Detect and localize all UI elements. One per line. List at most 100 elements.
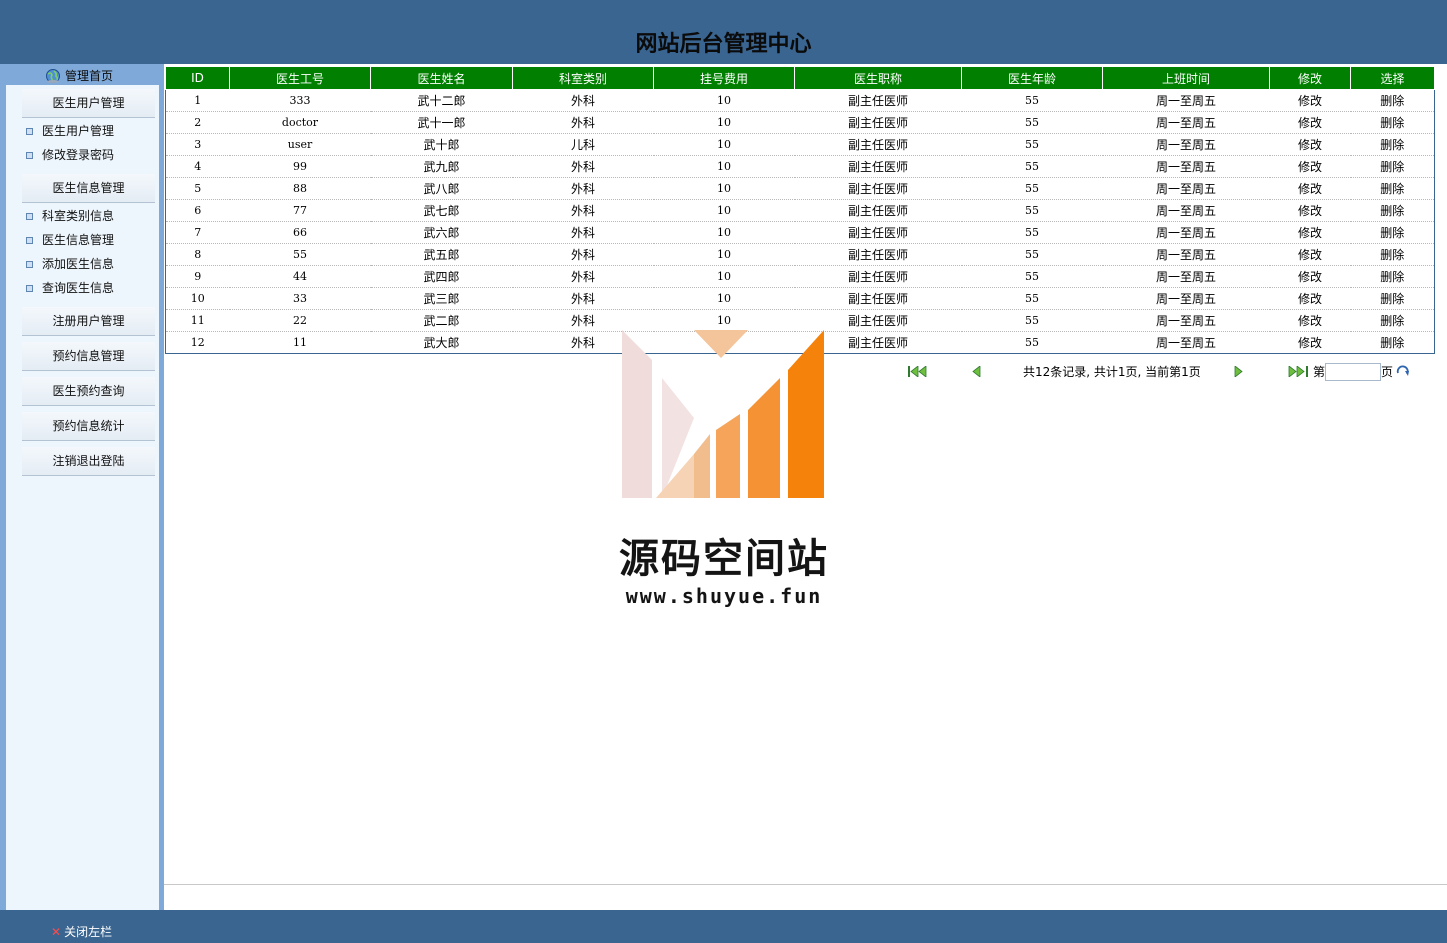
sidebar-group-registered-users[interactable]: 注册用户管理 — [22, 307, 155, 336]
sidebar-group-appointment-query[interactable]: 医生预约查询 — [22, 377, 155, 406]
delete-link[interactable]: 删除 — [1350, 155, 1435, 178]
edit-link[interactable]: 修改 — [1269, 89, 1351, 112]
cell-id: 1 — [165, 89, 230, 112]
cell-title: 副主任医师 — [794, 265, 962, 288]
cell-doctor-no: doctor — [229, 111, 371, 134]
sidebar-home-link[interactable]: 管理首页 — [45, 67, 113, 85]
table-row: 8 55 武五郎 外科 10 副主任医师 55 周一至周五 修改 删除 — [165, 243, 1435, 266]
content-divider — [164, 884, 1447, 885]
table-row: 4 99 武九郎 外科 10 副主任医师 55 周一至周五 修改 删除 — [165, 155, 1435, 178]
cell-doctor-name: 武十一郎 — [370, 111, 513, 134]
cell-title: 副主任医师 — [794, 243, 962, 266]
cell-title: 副主任医师 — [794, 309, 962, 332]
cell-fee: 10 — [653, 177, 795, 200]
edit-link[interactable]: 修改 — [1269, 243, 1351, 266]
delete-link[interactable]: 删除 — [1350, 331, 1435, 354]
cell-department: 外科 — [512, 177, 654, 200]
edit-link[interactable]: 修改 — [1269, 177, 1351, 200]
edit-link[interactable]: 修改 — [1269, 265, 1351, 288]
cell-doctor-name: 武五郎 — [370, 243, 513, 266]
edit-link[interactable]: 修改 — [1269, 111, 1351, 134]
cell-doctor-no: 66 — [229, 221, 371, 244]
sidebar-group-appointment-manage[interactable]: 预约信息管理 — [22, 342, 155, 371]
cell-id: 2 — [165, 111, 230, 134]
cell-schedule: 周一至周五 — [1102, 331, 1270, 354]
sidebar-group-doctor-users[interactable]: 医生用户管理 — [22, 89, 155, 118]
delete-link[interactable]: 删除 — [1350, 89, 1435, 112]
cell-fee: 10 — [653, 199, 795, 222]
cell-schedule: 周一至周五 — [1102, 155, 1270, 178]
cell-age: 55 — [961, 155, 1103, 178]
cell-id: 5 — [165, 177, 230, 200]
cell-age: 55 — [961, 221, 1103, 244]
table-row: 2 doctor 武十一郎 外科 10 副主任医师 55 周一至周五 修改 删除 — [165, 111, 1435, 134]
cell-doctor-no: 22 — [229, 309, 371, 332]
column-header: 修改 — [1269, 66, 1351, 90]
sidebar-menu: 医生用户管理 医生用户管理 修改登录密码 医生信息管理 科室类别信息 医生信息管… — [6, 85, 159, 910]
sidebar-item-label: 添加医生信息 — [42, 257, 115, 271]
sidebar-item-label: 医生信息管理 — [42, 233, 115, 247]
page-number-input[interactable] — [1325, 363, 1381, 381]
sidebar-item-department-info[interactable]: 科室类别信息 — [26, 207, 114, 225]
sidebar-item-add-doctor[interactable]: 添加医生信息 — [26, 255, 114, 273]
pagination-info: 共12条记录, 共计1页, 当前第1页 — [1023, 365, 1201, 379]
column-header: 挂号费用 — [653, 66, 795, 90]
edit-link[interactable]: 修改 — [1269, 133, 1351, 156]
delete-link[interactable]: 删除 — [1350, 111, 1435, 134]
refresh-icon[interactable] — [1395, 365, 1411, 378]
cell-department: 儿科 — [512, 133, 654, 156]
cell-schedule: 周一至周五 — [1102, 243, 1270, 266]
edit-link[interactable]: 修改 — [1269, 155, 1351, 178]
table-header-row: ID 医生工号 医生姓名 科室类别 挂号费用 医生职称 医生年龄 上班时间 修改… — [165, 66, 1435, 90]
cell-age: 55 — [961, 133, 1103, 156]
cell-doctor-name: 武九郎 — [370, 155, 513, 178]
sidebar-item-change-password[interactable]: 修改登录密码 — [26, 146, 114, 164]
delete-link[interactable]: 删除 — [1350, 177, 1435, 200]
cell-doctor-name: 武八郎 — [370, 177, 513, 200]
cell-fee: 10 — [653, 155, 795, 178]
sidebar-item-search-doctor[interactable]: 查询医生信息 — [26, 279, 114, 297]
sidebar-group-appointment-stats[interactable]: 预约信息统计 — [22, 412, 155, 441]
prev-page-icon[interactable] — [972, 366, 981, 377]
cell-id: 7 — [165, 221, 230, 244]
cell-doctor-no: user — [229, 133, 371, 156]
cell-schedule: 周一至周五 — [1102, 199, 1270, 222]
delete-link[interactable]: 删除 — [1350, 265, 1435, 288]
delete-link[interactable]: 删除 — [1350, 287, 1435, 310]
cell-schedule: 周一至周五 — [1102, 265, 1270, 288]
cell-doctor-no: 88 — [229, 177, 371, 200]
edit-link[interactable]: 修改 — [1269, 199, 1351, 222]
first-page-icon[interactable] — [908, 366, 928, 377]
globe-icon — [46, 69, 60, 83]
bottom-bar: ✕ 关闭左栏 — [0, 910, 1447, 943]
edit-link[interactable]: 修改 — [1269, 221, 1351, 244]
delete-link[interactable]: 删除 — [1350, 221, 1435, 244]
cell-fee: 10 — [653, 221, 795, 244]
sidebar-group-doctor-info[interactable]: 医生信息管理 — [22, 174, 155, 203]
cell-department: 外科 — [512, 287, 654, 310]
last-page-icon[interactable] — [1288, 366, 1308, 377]
edit-link[interactable]: 修改 — [1269, 331, 1351, 354]
watermark-logo-icon — [622, 330, 824, 498]
delete-link[interactable]: 删除 — [1350, 133, 1435, 156]
delete-link[interactable]: 删除 — [1350, 199, 1435, 222]
sidebar-item-doctor-info-manage[interactable]: 医生信息管理 — [26, 231, 114, 249]
cell-id: 9 — [165, 265, 230, 288]
edit-link[interactable]: 修改 — [1269, 309, 1351, 332]
cell-department: 外科 — [512, 155, 654, 178]
delete-link[interactable]: 删除 — [1350, 309, 1435, 332]
sidebar-group-logout[interactable]: 注销退出登陆 — [22, 447, 155, 476]
delete-link[interactable]: 删除 — [1350, 243, 1435, 266]
edit-link[interactable]: 修改 — [1269, 287, 1351, 310]
cell-doctor-name: 武大郎 — [370, 331, 513, 354]
next-page-icon[interactable] — [1234, 366, 1243, 377]
cell-department: 外科 — [512, 111, 654, 134]
sidebar-item-doctor-user-manage[interactable]: 医生用户管理 — [26, 122, 114, 140]
cell-doctor-name: 武三郎 — [370, 287, 513, 310]
close-sidebar-button[interactable]: ✕ 关闭左栏 — [51, 923, 112, 940]
page-title: 网站后台管理中心 — [635, 32, 812, 57]
cell-age: 55 — [961, 309, 1103, 332]
cell-doctor-no: 99 — [229, 155, 371, 178]
cell-fee: 10 — [653, 265, 795, 288]
cell-id: 6 — [165, 199, 230, 222]
